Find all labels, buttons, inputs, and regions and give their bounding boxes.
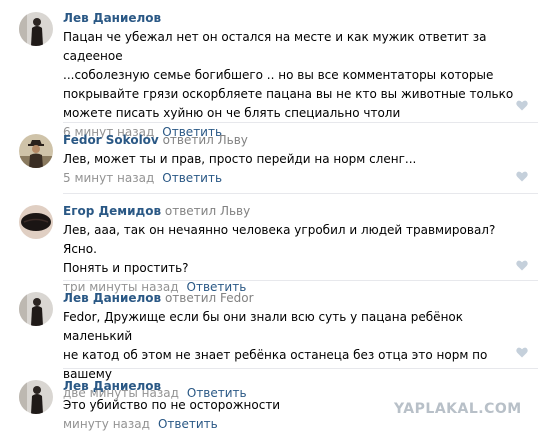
reply-button[interactable]: Ответить xyxy=(162,171,222,185)
comment-divider xyxy=(63,280,538,281)
heart-icon[interactable] xyxy=(516,260,528,271)
heart-icon[interactable] xyxy=(516,100,528,111)
author-link[interactable]: Fedor Sokolov xyxy=(63,133,159,147)
comment-header: Лев Даниелов ответил Fedor xyxy=(63,290,533,306)
comment-text: Лев, ааа, так он нечаянно человека угроб… xyxy=(63,221,533,278)
comment-header: Fedor Sokolov ответил Льву xyxy=(63,132,533,148)
comment-divider xyxy=(63,122,538,123)
avatar[interactable] xyxy=(19,292,53,326)
timestamp[interactable]: минуту назад xyxy=(63,417,150,431)
dark-figure-avatar-icon xyxy=(19,292,53,326)
timestamp[interactable]: 5 минут назад xyxy=(63,171,154,185)
author-link[interactable]: Лев Даниелов xyxy=(63,379,161,393)
avatar[interactable] xyxy=(19,12,53,46)
comment-line: Лев, может ты и прав, просто перейди на … xyxy=(63,152,417,166)
dark-figure-avatar-icon xyxy=(19,12,53,46)
comment-line: Пацан че убежал нет он остался на месте … xyxy=(63,30,487,63)
comment-header: Лев Даниелов xyxy=(63,378,533,394)
author-link[interactable]: Лев Даниелов xyxy=(63,291,161,305)
comment-header: Лев Даниелов xyxy=(63,10,533,26)
reply-button[interactable]: Ответить xyxy=(158,417,218,431)
avatar[interactable] xyxy=(19,380,53,414)
comment-line: покрывайте грязи оскорбляете пацана вы н… xyxy=(63,87,514,101)
comment-text: Пацан че убежал нет он остался на месте … xyxy=(63,28,533,123)
comment-line: можете писать хуйню он че блять специаль… xyxy=(63,106,401,120)
heart-icon[interactable] xyxy=(516,171,528,182)
avatar[interactable] xyxy=(19,134,53,168)
comment-body: Егор Демидов ответил Льву Лев, ааа, так … xyxy=(63,203,533,296)
comment-meta: минуту назад Ответить xyxy=(63,415,533,433)
comment-line: Лев, ааа, так он нечаянно человека угроб… xyxy=(63,223,496,256)
reply-to-label[interactable]: ответил Fedor xyxy=(165,291,254,305)
watermark-logo: YAPLAKAL.COM xyxy=(394,401,522,417)
comment-header: Егор Демидов ответил Льву xyxy=(63,203,533,219)
comment-divider xyxy=(63,368,538,369)
author-link[interactable]: Егор Демидов xyxy=(63,204,161,218)
reply-to-label[interactable]: ответил Льву xyxy=(163,133,248,147)
comment-body: Fedor Sokolov ответил Льву Лев, может ты… xyxy=(63,132,533,187)
author-link[interactable]: Лев Даниелов xyxy=(63,11,161,25)
comment-divider xyxy=(63,193,538,194)
reply-to-label[interactable]: ответил Льву xyxy=(165,204,250,218)
lips-avatar-icon xyxy=(19,205,53,239)
person-in-hat-avatar-icon xyxy=(19,134,53,168)
comment-text: Fedor, Дружище если бы они знали всю сут… xyxy=(63,308,533,384)
comment-line: Fedor, Дружище если бы они знали всю сут… xyxy=(63,310,464,343)
dark-figure-avatar-icon xyxy=(19,380,53,414)
heart-icon[interactable] xyxy=(516,347,528,358)
comment-line: ...соболезную семье богибшего .. но вы в… xyxy=(63,68,494,82)
comment-meta: 5 минут назад Ответить xyxy=(63,169,533,187)
comment-line: Понять и простить? xyxy=(63,261,189,275)
avatar[interactable] xyxy=(19,205,53,239)
comment-text: Лев, может ты и прав, просто перейди на … xyxy=(63,150,533,169)
